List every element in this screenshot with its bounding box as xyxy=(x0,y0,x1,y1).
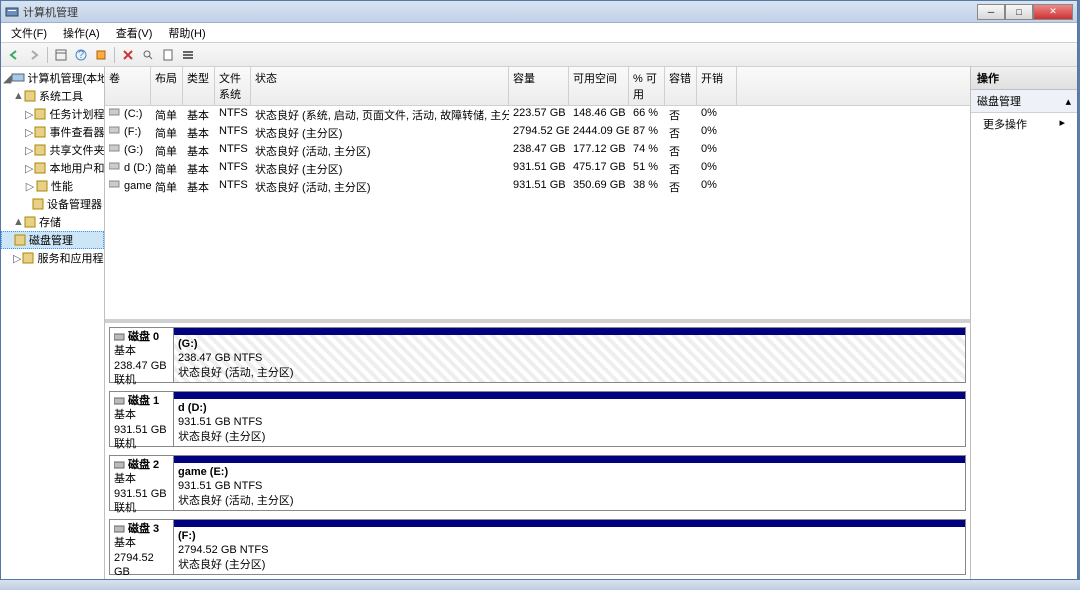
col-status[interactable]: 状态 xyxy=(251,67,509,105)
tree-item[interactable]: ▷任务计划程序 xyxy=(1,105,104,123)
clock-icon xyxy=(33,107,47,121)
volume-row[interactable]: (C:)简单基本NTFS状态良好 (系统, 启动, 页面文件, 活动, 故障转储… xyxy=(105,106,970,124)
volume-row[interactable]: (G:)简单基本NTFS状态良好 (活动, 主分区)238.47 GB177.1… xyxy=(105,142,970,160)
tree-item[interactable]: ▷服务和应用程序 xyxy=(1,249,104,267)
toolbar: ? xyxy=(1,43,1077,67)
tree-item[interactable]: ▷事件查看器 xyxy=(1,123,104,141)
close-button[interactable]: ✕ xyxy=(1033,4,1073,20)
tree-item[interactable]: ▷共享文件夹 xyxy=(1,141,104,159)
titlebar: 计算机管理 ─ □ ✕ xyxy=(1,1,1077,23)
tree-item[interactable]: ▷本地用户和组 xyxy=(1,159,104,177)
disk-row[interactable]: 磁盘 0 基本238.47 GB联机 (G:) 238.47 GB NTFS 状… xyxy=(109,327,966,383)
col-free[interactable]: 可用空间 xyxy=(569,67,629,105)
menu-file[interactable]: 文件(F) xyxy=(5,23,53,43)
window-title: 计算机管理 xyxy=(23,4,977,20)
tree-item[interactable]: ▲系统工具 xyxy=(1,87,104,105)
disk-partition[interactable]: d (D:) 931.51 GB NTFS 状态良好 (主分区) xyxy=(174,392,965,446)
disk-row[interactable]: 磁盘 3 基本2794.52 GB联机 (F:) 2794.52 GB NTFS… xyxy=(109,519,966,575)
forward-button[interactable] xyxy=(25,46,43,64)
col-pct[interactable]: % 可用 xyxy=(629,67,665,105)
event-icon xyxy=(33,125,47,139)
tree-item[interactable]: 磁盘管理 xyxy=(1,231,104,249)
actions-more[interactable]: 更多操作 ▸ xyxy=(971,113,1077,135)
tree-item-label: 本地用户和组 xyxy=(49,160,105,176)
tree-item-label: 磁盘管理 xyxy=(29,232,73,248)
views-button[interactable] xyxy=(52,46,70,64)
disk-row[interactable]: 磁盘 2 基本931.51 GB联机 game (E:) 931.51 GB N… xyxy=(109,455,966,511)
menu-action[interactable]: 操作(A) xyxy=(57,23,106,43)
disk-row[interactable]: 磁盘 1 基本931.51 GB联机 d (D:) 931.51 GB NTFS… xyxy=(109,391,966,447)
tree-item-label: 设备管理器 xyxy=(47,196,102,212)
refresh-button[interactable] xyxy=(92,46,110,64)
col-capacity[interactable]: 容量 xyxy=(509,67,569,105)
tool-list-button[interactable] xyxy=(179,46,197,64)
tree-item[interactable]: ▷性能 xyxy=(1,177,104,195)
perf-icon xyxy=(35,179,49,193)
users-icon xyxy=(33,161,47,175)
app-window: 计算机管理 ─ □ ✕ 文件(F) 操作(A) 查看(V) 帮助(H) ? ◢ … xyxy=(0,0,1078,580)
disk-info: 磁盘 0 基本238.47 GB联机 xyxy=(110,328,174,382)
nav-tree: ◢ 计算机管理(本地) ▲系统工具▷任务计划程序▷事件查看器▷共享文件夹▷本地用… xyxy=(1,67,105,579)
tool-search-button[interactable] xyxy=(139,46,157,64)
services-icon xyxy=(21,251,35,265)
tools-icon xyxy=(23,89,37,103)
share-icon xyxy=(33,143,47,157)
disk-partition[interactable]: (G:) 238.47 GB NTFS 状态良好 (活动, 主分区) xyxy=(174,328,965,382)
tool-x-button[interactable] xyxy=(119,46,137,64)
collapse-icon: ▴ xyxy=(1065,95,1071,108)
col-layout[interactable]: 布局 xyxy=(151,67,183,105)
computer-icon xyxy=(11,71,25,85)
chevron-right-icon: ▸ xyxy=(1059,116,1065,132)
col-type[interactable]: 类型 xyxy=(183,67,215,105)
tree-item-label: 事件查看器 xyxy=(49,124,104,140)
minimize-button[interactable]: ─ xyxy=(977,4,1005,20)
tree-item-label: 任务计划程序 xyxy=(49,106,105,122)
tree-item[interactable]: 设备管理器 xyxy=(1,195,104,213)
actions-pane: 操作 磁盘管理 ▴ 更多操作 ▸ xyxy=(971,67,1077,579)
tree-root[interactable]: ◢ 计算机管理(本地) xyxy=(1,69,104,87)
tree-root-label: 计算机管理(本地) xyxy=(27,70,105,86)
tool-prop-button[interactable] xyxy=(159,46,177,64)
menu-view[interactable]: 查看(V) xyxy=(110,23,159,43)
disk-partition[interactable]: (F:) 2794.52 GB NTFS 状态良好 (主分区) xyxy=(174,520,965,574)
actions-header: 操作 xyxy=(971,67,1077,90)
col-ft[interactable]: 容错 xyxy=(665,67,697,105)
maximize-button[interactable]: □ xyxy=(1005,4,1033,20)
volume-row[interactable]: d (D:)简单基本NTFS状态良好 (主分区)931.51 GB475.17 … xyxy=(105,160,970,178)
col-overhead[interactable]: 开销 xyxy=(697,67,737,105)
taskbar[interactable] xyxy=(0,580,1080,590)
col-volume[interactable]: 卷 xyxy=(105,67,151,105)
col-fs[interactable]: 文件系统 xyxy=(215,67,251,105)
volume-row[interactable]: (F:)简单基本NTFS状态良好 (主分区)2794.52 GB2444.09 … xyxy=(105,124,970,142)
help-button[interactable]: ? xyxy=(72,46,90,64)
tree-item-label: 存储 xyxy=(39,214,61,230)
tree-item-label: 性能 xyxy=(51,178,73,194)
tree-item[interactable]: ▲存储 xyxy=(1,213,104,231)
disk-info: 磁盘 1 基本931.51 GB联机 xyxy=(110,392,174,446)
storage-icon xyxy=(23,215,37,229)
actions-section[interactable]: 磁盘管理 ▴ xyxy=(971,90,1077,113)
app-icon xyxy=(5,5,19,19)
disk-partition[interactable]: game (E:) 931.51 GB NTFS 状态良好 (活动, 主分区) xyxy=(174,456,965,510)
device-icon xyxy=(31,197,45,211)
tree-item-label: 服务和应用程序 xyxy=(37,250,105,266)
tree-item-label: 系统工具 xyxy=(39,88,83,104)
disk-graphical-view: 磁盘 0 基本238.47 GB联机 (G:) 238.47 GB NTFS 状… xyxy=(105,323,970,579)
tree-item-label: 共享文件夹 xyxy=(49,142,104,158)
svg-text:?: ? xyxy=(78,49,84,61)
back-button[interactable] xyxy=(5,46,23,64)
volume-header: 卷 布局 类型 文件系统 状态 容量 可用空间 % 可用 容错 开销 xyxy=(105,67,970,106)
disk-info: 磁盘 2 基本931.51 GB联机 xyxy=(110,456,174,510)
disk-info: 磁盘 3 基本2794.52 GB联机 xyxy=(110,520,174,574)
menubar: 文件(F) 操作(A) 查看(V) 帮助(H) xyxy=(1,23,1077,43)
menu-help[interactable]: 帮助(H) xyxy=(162,23,211,43)
volume-row[interactable]: game (E:)简单基本NTFS状态良好 (活动, 主分区)931.51 GB… xyxy=(105,178,970,196)
volume-list: 卷 布局 类型 文件系统 状态 容量 可用空间 % 可用 容错 开销 (C:)简… xyxy=(105,67,970,323)
disk-icon xyxy=(13,233,27,247)
